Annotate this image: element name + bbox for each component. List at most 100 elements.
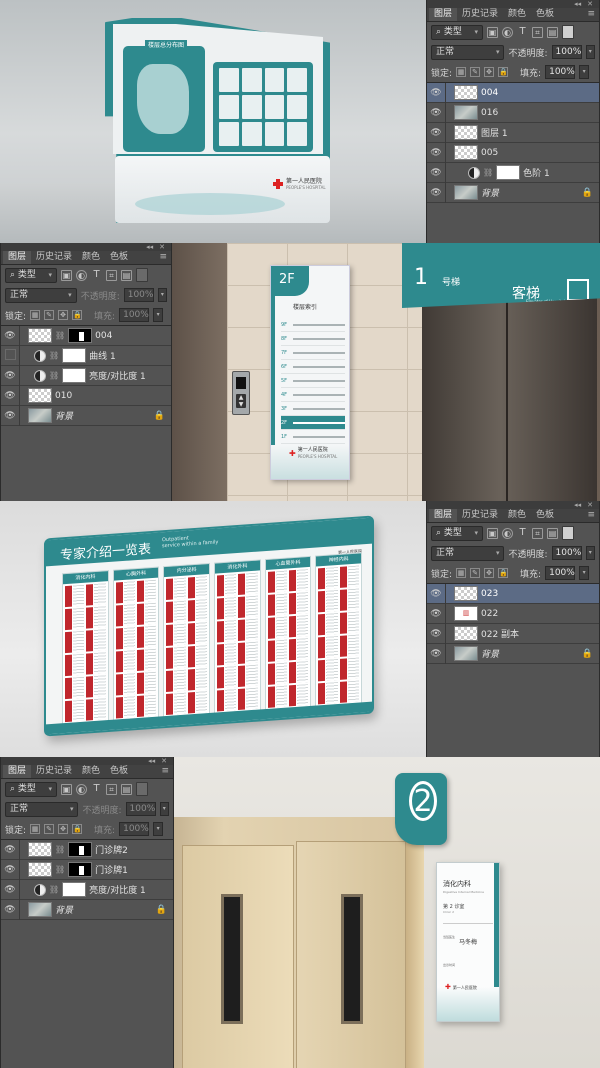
layer-row[interactable]: 👁 016 [427,102,599,123]
collapse-icon[interactable]: ◂◂ [574,501,581,509]
tab-layers[interactable]: 图层 [3,251,32,264]
lock-transparent-icon[interactable]: ▦ [456,67,467,77]
lock-move-icon[interactable]: ✥ [58,824,69,834]
fill-input[interactable]: 100% [545,566,576,580]
lock-transparent-icon[interactable]: ▦ [30,824,41,834]
opacity-arrow[interactable]: ▾ [585,546,595,560]
tab-history[interactable]: 历史记录 [31,251,77,264]
visibility-eye-icon[interactable]: 👁 [427,609,445,619]
visibility-eye-icon[interactable]: 👁 [427,108,445,118]
layer-row[interactable]: 👁 ▥ 022 [427,603,599,624]
panel-menu-icon[interactable]: ≡ [159,252,167,262]
layer-row[interactable]: ⛓ 曲线 1 [1,345,171,366]
tab-layers[interactable]: 图层 [429,509,458,522]
close-icon[interactable]: ✕ [159,243,165,251]
fill-input[interactable]: 100% [545,65,576,79]
blend-mode-select[interactable]: 正常 ▾ [431,545,505,561]
filter-toggle[interactable] [136,268,148,282]
visibility-eye-icon[interactable]: 👁 [427,128,445,138]
fill-arrow[interactable]: ▾ [579,566,590,580]
lock-all-icon[interactable]: 🔒 [498,67,509,77]
visibility-eye-icon[interactable]: 👁 [427,88,445,98]
filter-toggle[interactable] [562,25,574,39]
close-icon[interactable]: ✕ [587,0,593,8]
filter-select[interactable]: ⌕ 类型 ▾ [5,781,57,797]
tab-swatches[interactable]: 色板 [105,765,133,778]
layer-row[interactable]: 👁 背景 🔒 [1,899,173,920]
lock-transparent-icon[interactable]: ▦ [456,568,467,578]
visibility-eye-icon[interactable]: 👁 [427,168,445,178]
shape-filter-icon[interactable]: ⌗ [532,26,543,38]
lock-move-icon[interactable]: ✥ [484,568,495,578]
visibility-eye-icon[interactable]: 👁 [427,188,445,198]
lock-move-icon[interactable]: ✥ [484,67,495,77]
collapse-icon[interactable]: ◂◂ [146,243,153,251]
tab-color[interactable]: 颜色 [503,8,531,21]
adjustment-filter-icon[interactable]: ◐ [76,783,87,795]
visibility-eye-icon[interactable]: 👁 [1,865,19,875]
filter-select[interactable]: ⌕ 类型 ▾ [431,24,483,40]
image-filter-icon[interactable]: ▣ [61,783,72,795]
layer-row[interactable]: 👁 ⛓ 色阶 1 [427,162,599,183]
opacity-input[interactable]: 100% [123,288,154,302]
opacity-input[interactable]: 100% [551,546,582,560]
fill-arrow[interactable]: ▾ [579,65,590,79]
tab-layers[interactable]: 图层 [429,8,458,21]
adjustment-filter-icon[interactable]: ◐ [502,527,513,539]
smart-filter-icon[interactable]: ▤ [121,269,132,281]
tab-history[interactable]: 历史记录 [31,765,77,778]
close-icon[interactable]: ✕ [587,501,593,509]
lock-paint-icon[interactable]: ✎ [44,824,55,834]
blend-mode-select[interactable]: 正常 ▾ [431,44,505,60]
image-filter-icon[interactable]: ▣ [487,527,498,539]
fill-arrow[interactable]: ▾ [153,822,164,836]
type-filter-icon[interactable]: T [517,26,528,38]
panel-menu-icon[interactable]: ≡ [161,766,169,776]
visibility-eye-icon[interactable]: 👁 [427,649,445,659]
layer-row[interactable]: 👁 图层 1 [427,122,599,143]
lock-paint-icon[interactable]: ✎ [44,310,55,320]
adjustment-filter-icon[interactable]: ◐ [502,26,513,38]
opacity-arrow[interactable]: ▾ [157,288,167,302]
tab-swatches[interactable]: 色板 [531,8,559,21]
blend-mode-select[interactable]: 正常 ▾ [5,801,79,817]
lock-paint-icon[interactable]: ✎ [470,568,481,578]
shape-filter-icon[interactable]: ⌗ [106,783,117,795]
collapse-icon[interactable]: ◂◂ [148,757,155,765]
opacity-arrow[interactable]: ▾ [585,45,595,59]
opacity-arrow[interactable]: ▾ [159,802,169,816]
visibility-eye-icon[interactable]: 👁 [427,589,445,599]
visibility-eye-icon[interactable]: 👁 [1,905,19,915]
visibility-eye-icon[interactable]: 👁 [1,331,19,341]
close-icon[interactable]: ✕ [161,757,167,765]
smart-filter-icon[interactable]: ▤ [547,527,558,539]
layer-row[interactable]: 👁 022 副本 [427,623,599,644]
filter-toggle[interactable] [562,526,574,540]
visibility-hidden-icon[interactable] [1,349,19,363]
type-filter-icon[interactable]: T [91,783,102,795]
shape-filter-icon[interactable]: ⌗ [106,269,117,281]
lock-transparent-icon[interactable]: ▦ [30,310,41,320]
visibility-eye-icon[interactable]: 👁 [1,845,19,855]
lock-paint-icon[interactable]: ✎ [470,67,481,77]
tab-history[interactable]: 历史记录 [457,509,503,522]
filter-select[interactable]: ⌕ 类型 ▾ [431,525,483,541]
image-filter-icon[interactable]: ▣ [487,26,498,38]
layer-row[interactable]: 👁 010 [1,385,171,406]
opacity-input[interactable]: 100% [551,45,582,59]
visibility-eye-icon[interactable]: 👁 [1,885,19,895]
smart-filter-icon[interactable]: ▤ [121,783,132,795]
smart-filter-icon[interactable]: ▤ [547,26,558,38]
fill-input[interactable]: 100% [119,822,150,836]
type-filter-icon[interactable]: T [91,269,102,281]
opacity-input[interactable]: 100% [125,802,156,816]
layer-row[interactable]: 👁 背景 🔒 [427,182,599,203]
layer-row[interactable]: 👁 ⛓ 亮度/对比度 1 [1,365,171,386]
lock-move-icon[interactable]: ✥ [58,310,69,320]
shape-filter-icon[interactable]: ⌗ [532,527,543,539]
visibility-eye-icon[interactable]: 👁 [427,629,445,639]
tab-swatches[interactable]: 色板 [105,251,133,264]
tab-history[interactable]: 历史记录 [457,8,503,21]
fill-arrow[interactable]: ▾ [153,308,164,322]
tab-swatches[interactable]: 色板 [531,509,559,522]
